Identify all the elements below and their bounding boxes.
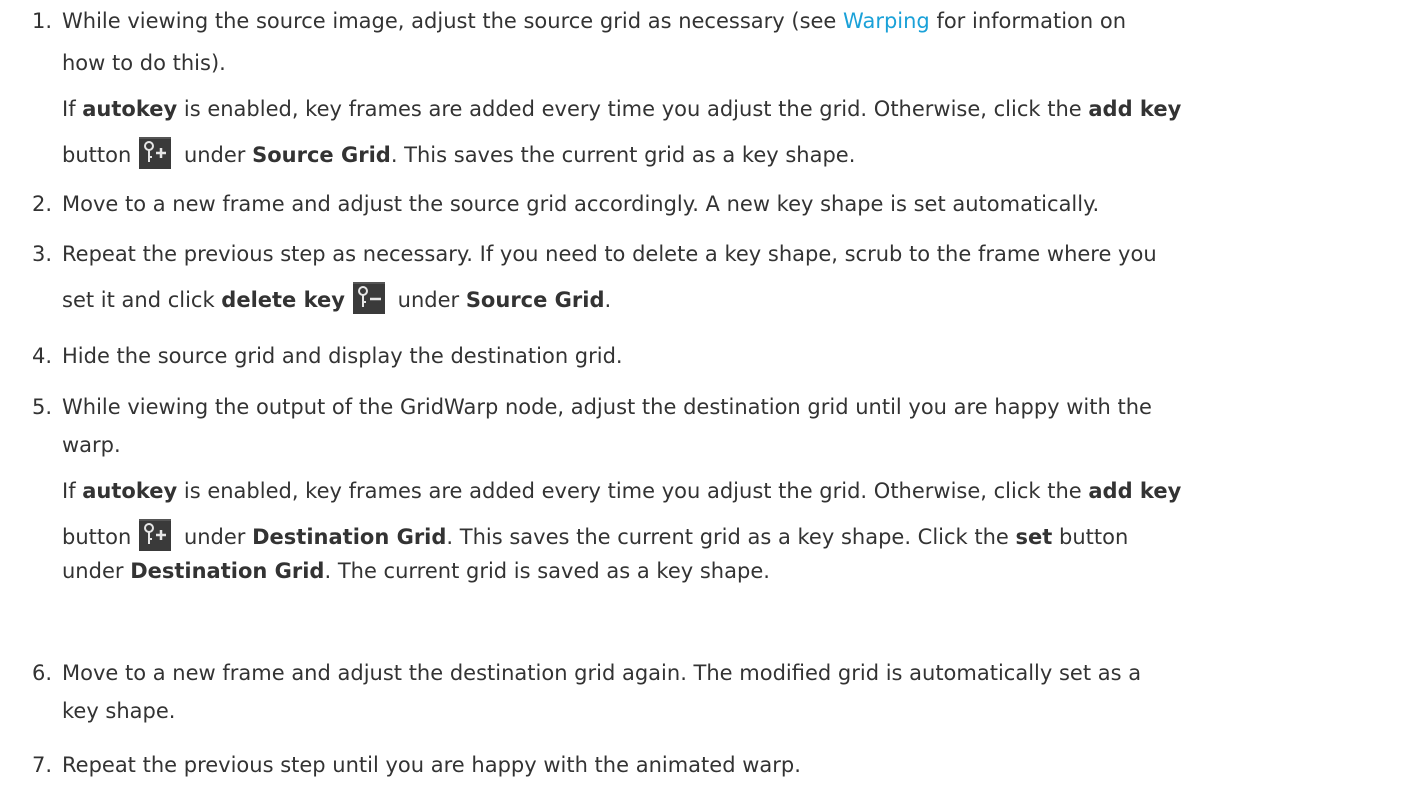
step-text: While viewing the output of the GridWarp… <box>62 395 1152 419</box>
step-text: under Destination Grid. The current grid… <box>62 559 770 583</box>
step-body: While viewing the output of the GridWarp… <box>62 386 1387 592</box>
instructions-document: 1. While viewing the source image, adjus… <box>0 0 1401 796</box>
add-key-icon <box>139 137 172 169</box>
step-6: 6. Move to a new frame and adjust the de… <box>0 652 1390 736</box>
step-number: 1. <box>31 9 52 33</box>
add-key-icon <box>139 519 172 551</box>
warping-link[interactable]: Warping <box>843 9 930 33</box>
step-text: Move to a new frame and adjust the desti… <box>62 661 1142 685</box>
step-text: While viewing the source image, adjust t… <box>62 9 1127 33</box>
step-text: Hide the source grid and display the des… <box>62 344 623 368</box>
step-number: 3. <box>31 242 52 266</box>
step-7: 7. Repeat the previous step until you ar… <box>0 744 1390 786</box>
step-text: If autokey is enabled, key frames are ad… <box>62 97 1182 121</box>
delete-key-icon <box>352 282 385 314</box>
step-number: 5. <box>31 395 52 419</box>
step-number: 7. <box>31 753 52 777</box>
step-3: 3. Repeat the previous step as necessary… <box>0 233 1390 323</box>
step-body: Repeat the previous step until you are h… <box>62 744 1387 786</box>
step-text: button under Source Grid. This saves the… <box>62 134 1387 176</box>
step-2: 2. Move to a new frame and adjust the so… <box>0 183 1390 225</box>
step-number: 2. <box>31 192 52 216</box>
step-text: set it and click delete key under Source… <box>62 279 1387 321</box>
step-body: Hide the source grid and display the des… <box>62 335 1387 377</box>
step-text: Repeat the previous step until you are h… <box>62 753 801 777</box>
step-body: Repeat the previous step as necessary. I… <box>62 233 1387 321</box>
step-number: 4. <box>31 344 52 368</box>
step-text: Repeat the previous step as necessary. I… <box>62 242 1157 266</box>
step-body: While viewing the source image, adjust t… <box>62 0 1387 176</box>
step-1: 1. While viewing the source image, adjus… <box>0 0 1390 172</box>
step-number: 6. <box>31 661 52 685</box>
step-text: If autokey is enabled, key frames are ad… <box>62 479 1182 503</box>
step-text: how to do this). <box>62 51 226 75</box>
step-text: warp. <box>62 433 121 457</box>
step-text: Move to a new frame and adjust the sourc… <box>62 192 1100 216</box>
step-4: 4. Hide the source grid and display the … <box>0 335 1390 377</box>
step-body: Move to a new frame and adjust the sourc… <box>62 183 1387 225</box>
step-body: Move to a new frame and adjust the desti… <box>62 652 1387 732</box>
step-text: key shape. <box>62 699 176 723</box>
step-5: 5. While viewing the output of the GridW… <box>0 386 1390 606</box>
